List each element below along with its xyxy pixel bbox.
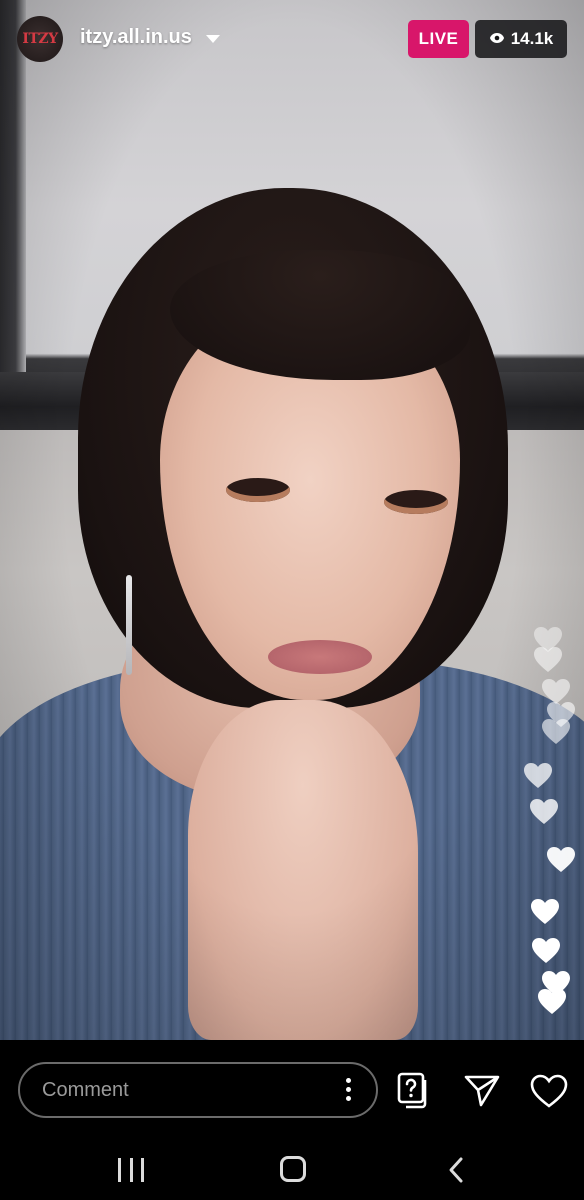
eye-icon xyxy=(489,29,505,49)
live-badge: LIVE xyxy=(408,20,469,58)
viewer-count: 14.1k xyxy=(510,29,554,48)
avatar[interactable]: ITZY xyxy=(17,16,63,62)
system-navigation-bar xyxy=(0,1140,584,1200)
live-bottom-bar xyxy=(0,1040,584,1140)
live-label: LIVE xyxy=(418,29,459,48)
recents-icon[interactable] xyxy=(118,1158,144,1182)
heart-icon[interactable] xyxy=(530,1074,568,1108)
viewer-count-badge[interactable]: 14.1k xyxy=(475,20,567,58)
comment-box[interactable] xyxy=(18,1062,378,1118)
live-video[interactable] xyxy=(0,0,584,1040)
chevron-down-icon[interactable] xyxy=(206,35,220,43)
comment-input[interactable] xyxy=(40,1077,314,1103)
live-header: ITZY itzy.all.in.us LIVE 14.1k xyxy=(0,0,584,80)
username[interactable]: itzy.all.in.us xyxy=(80,26,192,49)
video-vignette xyxy=(0,0,584,1040)
back-icon[interactable] xyxy=(446,1156,466,1184)
send-icon[interactable] xyxy=(464,1074,500,1108)
more-vertical-icon[interactable] xyxy=(344,1078,352,1104)
avatar-logo-text: ITZY xyxy=(22,31,58,47)
home-icon[interactable] xyxy=(280,1156,306,1182)
question-card-icon[interactable] xyxy=(397,1072,431,1110)
